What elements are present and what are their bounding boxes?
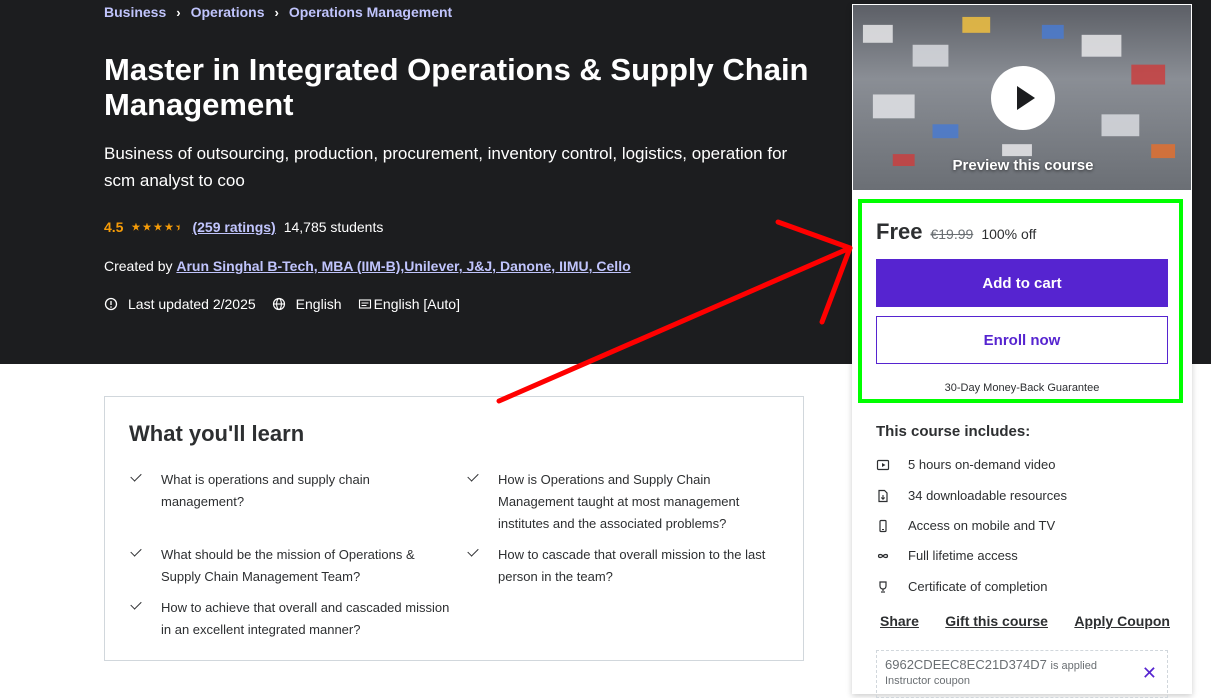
learn-point-text: What should be the mission of Operations… [161,547,415,584]
breadcrumb-operations[interactable]: Operations [191,4,265,20]
language: English [272,296,342,312]
breadcrumb-operations-management[interactable]: Operations Management [289,4,452,20]
preview-label: Preview this course [952,157,1094,174]
share-link[interactable]: Share [880,613,919,629]
learn-point-text: How to cascade that overall mission to t… [498,547,766,584]
check-icon [467,470,479,482]
play-icon[interactable] [991,66,1055,130]
applied-coupon: 6962CDEEC8EC21D374D7 is applied Instruct… [876,650,1168,698]
star-rating [131,222,185,232]
gift-course-link[interactable]: Gift this course [945,613,1048,629]
learn-point-text: How is Operations and Supply Chain Manag… [498,472,740,531]
captions: English [Auto] [358,296,460,312]
include-item: 34 downloadable resources [876,488,1067,503]
last-updated-text: Last updated 2/2025 [128,296,256,312]
learn-point-text: How to achieve that overall and cascaded… [161,600,450,637]
includes-title: This course includes: [876,423,1031,440]
rating-row: 4.5 (259 ratings) 14,785 students [104,219,383,235]
include-item: Access on mobile and TV [876,518,1055,533]
star-half-icon [175,222,185,231]
include-label: Access on mobile and TV [908,518,1056,533]
learn-point: What should be the mission of Operations… [130,544,451,588]
coupon-type: Instructor coupon [885,675,970,687]
star-icon [142,222,152,231]
chevron-right-icon: › [176,4,181,20]
course-preview[interactable]: Preview this course [852,4,1192,191]
breadcrumb: Business › Operations › Operations Manag… [104,4,452,20]
include-label: 34 downloadable resources [908,488,1067,503]
mobile-icon [879,519,887,532]
learn-point: How to achieve that overall and cascaded… [130,597,451,641]
breadcrumb-business[interactable]: Business [104,4,166,20]
what-you-learn-heading: What you'll learn [129,421,305,446]
rating-value: 4.5 [104,219,124,235]
highlight-box [858,199,1183,403]
what-you-learn-box: What you'll learn What is operations and… [104,396,804,661]
video-icon [876,459,890,470]
captions-text: English [Auto] [373,296,460,312]
coupon-applied-text: is applied [1050,660,1097,672]
closed-captions-icon [358,299,371,309]
check-icon [467,545,479,557]
created-by: Created by Arun Singhal B-Tech, MBA (IIM… [104,258,631,274]
coupon-code: 6962CDEEC8EC21D374D7 [885,657,1047,672]
course-title: Master in Integrated Operations & Supply… [104,52,809,122]
chevron-right-icon: › [274,4,279,20]
check-icon [130,545,142,557]
include-label: 5 hours on-demand video [908,457,1056,472]
students-count: 14,785 students [283,219,384,235]
check-icon [130,598,142,610]
file-download-icon [878,489,888,502]
remove-coupon-icon[interactable]: ✕ [1142,663,1157,684]
sidebar-links: Share Gift this course Apply Coupon [880,613,1170,629]
learn-point: What is operations and supply chain mana… [130,469,451,513]
star-icon [131,222,141,231]
include-item: 5 hours on-demand video [876,457,1055,472]
apply-coupon-link[interactable]: Apply Coupon [1074,613,1170,629]
include-item: Full lifetime access [876,548,1018,563]
instructor-link[interactable]: Arun Singhal B-Tech, MBA (IIM-B),Unileve… [176,258,630,274]
course-meta: Last updated 2/2025 English English [Aut… [104,296,476,312]
alert-badge-icon [104,297,118,311]
last-updated: Last updated 2/2025 [104,296,256,312]
star-icon [164,222,174,231]
language-text: English [295,296,342,312]
learn-point: How is Operations and Supply Chain Manag… [467,469,768,535]
ratings-count-link[interactable]: (259 ratings) [192,219,275,235]
check-icon [130,470,142,482]
include-item: Certificate of completion [876,579,1047,594]
learn-point: How to cascade that overall mission to t… [467,544,768,588]
infinity-icon [877,553,889,558]
trophy-icon [879,580,887,593]
star-icon [153,222,163,231]
include-label: Full lifetime access [908,548,1018,563]
course-subtitle: Business of outsourcing, production, pro… [104,144,788,190]
learn-point-text: What is operations and supply chain mana… [161,472,370,509]
created-by-label: Created by [104,258,173,274]
globe-icon [272,297,285,311]
include-label: Certificate of completion [908,579,1048,594]
